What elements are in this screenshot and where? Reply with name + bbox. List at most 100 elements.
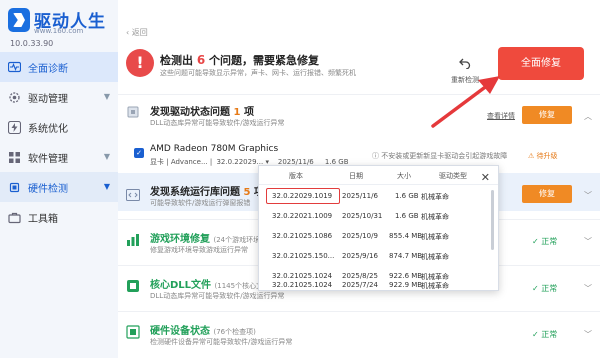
- driver-checkbox[interactable]: ✓: [134, 148, 144, 158]
- undo-icon: [459, 58, 471, 72]
- version-option[interactable]: 32.0.22021.1009 2025/10/31 1.6 GB 机械革命: [259, 206, 498, 226]
- chevron-down-icon[interactable]: ﹀: [584, 329, 592, 340]
- sidebar-item-system-optimization[interactable]: 系统优化: [0, 112, 118, 142]
- chevron-down-icon: ▼: [103, 182, 110, 191]
- view-detail-link[interactable]: 查看详情: [487, 111, 515, 121]
- sidebar-item-software-management[interactable]: 软件管理 ▼: [0, 142, 118, 172]
- driver-status-text: 待升级: [536, 152, 558, 160]
- option-type: 机械革命: [421, 213, 449, 221]
- option-size: 874.7 MB: [389, 252, 423, 260]
- chevron-down-icon[interactable]: ﹀: [584, 283, 592, 294]
- option-date: 2025/9/16: [342, 252, 378, 260]
- alert-subtitle: 这些问题可能导致显示异常，声卡、网卡、运行报错、频繁死机: [160, 69, 356, 77]
- option-date: 2025/8/25: [342, 272, 378, 280]
- repair-button[interactable]: 修复: [522, 106, 572, 124]
- status-ok: ✓ 正常: [532, 237, 558, 246]
- driver-note-text: 不安装或更新新显卡驱动会引起游戏故障: [381, 152, 508, 160]
- section-desc: 修复游戏环境导致游戏运行异常: [150, 246, 248, 254]
- code-icon: [126, 187, 140, 201]
- col-header-type: 驱动类型: [439, 172, 467, 180]
- section-count: 5: [243, 187, 251, 198]
- option-version: 32.0.21025.1086: [272, 232, 333, 240]
- version-option[interactable]: 32.0.21025.1024 2025/7/24 922.9 MB 机械革命: [259, 280, 498, 292]
- redetect-button[interactable]: 重新检测: [448, 54, 482, 85]
- option-date: 2025/11/6: [342, 192, 378, 200]
- col-header-date: 日期: [349, 172, 363, 180]
- chevron-down-icon[interactable]: ﹀: [584, 236, 592, 247]
- dll-icon: [126, 278, 140, 292]
- hardware-icon: [126, 324, 140, 339]
- option-date: 2025/7/24: [342, 281, 378, 289]
- app-version: 10.0.33.90: [10, 39, 54, 48]
- divider: [118, 94, 600, 95]
- status-text: 正常: [541, 284, 558, 293]
- chip-icon: [8, 181, 21, 194]
- popup-header: 版本 日期 大小 驱动类型 ✕: [259, 166, 498, 185]
- option-type: 机械革命: [421, 253, 449, 261]
- divider: [118, 311, 600, 312]
- gear-icon: [8, 91, 21, 104]
- popup-scrollbar[interactable]: [491, 190, 494, 250]
- back-label: 返回: [131, 28, 148, 37]
- lightning-icon: [8, 120, 21, 134]
- back-button[interactable]: ‹ 返回: [126, 27, 148, 38]
- sidebar-item-hardware-detection[interactable]: 硬件检测 ▼: [0, 172, 118, 202]
- section-title: 核心DLL文件 (1145个核心文件): [150, 276, 273, 291]
- alert-title: 检测出 6 个问题，需要紧急修复: [160, 52, 319, 68]
- sidebar-item-toolbox[interactable]: 工具箱: [0, 202, 118, 232]
- version-option[interactable]: 32.0.21025.150... 2025/9/16 874.7 MB 机械革…: [259, 246, 498, 266]
- sidebar-item-label: 系统优化: [28, 123, 68, 135]
- section-desc: DLL动态库异常可能导致软件/游戏运行异常: [150, 292, 285, 300]
- app-site: www.160.com: [34, 27, 84, 35]
- close-icon[interactable]: ✕: [481, 171, 490, 184]
- option-size: 1.6 GB: [395, 192, 419, 200]
- option-size: 855.4 MB: [389, 232, 423, 240]
- sidebar: 驱动人生 www.160.com 10.0.33.90 全面诊断 驱动管理 ▼ …: [0, 0, 118, 358]
- section-title-text: 游戏环境修复: [150, 234, 210, 245]
- chevron-up-icon[interactable]: ︿: [584, 111, 592, 122]
- version-popup: 版本 日期 大小 驱动类型 ✕ 32.0.22029.1019 2025/11/…: [258, 165, 499, 291]
- toolbox-icon: [8, 211, 21, 224]
- sidebar-item-label: 全面诊断: [28, 63, 68, 75]
- driver-name: AMD Radeon 780M Graphics: [150, 144, 279, 154]
- option-type: 机械革命: [421, 282, 449, 290]
- game-icon: [126, 232, 140, 246]
- option-type: 机械革命: [421, 233, 449, 241]
- status-text: 正常: [541, 237, 558, 246]
- driver-note: ⓘ 不安装或更新新显卡驱动会引起游戏故障: [372, 151, 507, 161]
- info-icon: ⓘ: [372, 152, 382, 160]
- option-version: 32.0.22029.1019: [272, 192, 333, 200]
- section-title-text: 发现系统运行库问题: [150, 187, 240, 198]
- chevron-down-icon: ▼: [103, 152, 110, 161]
- sidebar-item-driver-management[interactable]: 驱动管理 ▼: [0, 82, 118, 112]
- section-title: 发现驱动状态问题 1 项: [150, 103, 254, 118]
- sidebar-item-label: 软件管理: [28, 153, 68, 165]
- option-date: 2025/10/9: [342, 232, 378, 240]
- col-header-size: 大小: [397, 172, 411, 180]
- option-version: 32.0.21025.150...: [272, 252, 335, 260]
- col-header-version: 版本: [289, 172, 303, 180]
- section-count: 1: [233, 107, 241, 118]
- version-option[interactable]: 32.0.21025.1086 2025/10/9 855.4 MB 机械革命: [259, 226, 498, 246]
- chevron-down-icon: ▼: [103, 92, 110, 101]
- driver-status: ⚠ 待升级: [528, 151, 558, 161]
- section-desc: 可能导致软件/游戏运行弹窗报错: [150, 199, 251, 207]
- section-title: 硬件设备状态 (76个检查项): [150, 322, 256, 337]
- section-count: (76个检查项): [213, 328, 256, 336]
- status-text: 正常: [541, 330, 558, 339]
- driver-category: 显卡: [150, 158, 164, 166]
- option-version: 32.0.21025.1024: [272, 281, 333, 289]
- repair-button[interactable]: 修复: [522, 185, 572, 203]
- sidebar-item-full-diagnosis[interactable]: 全面诊断: [0, 52, 118, 82]
- alert-count: 6: [196, 53, 206, 67]
- option-size: 922.9 MB: [389, 281, 423, 289]
- chevron-down-icon[interactable]: ﹀: [584, 190, 592, 201]
- option-date: 2025/10/31: [342, 212, 383, 220]
- section-desc: DLL动态库异常可能导致软件/游戏运行异常: [150, 119, 285, 127]
- repair-all-button[interactable]: 全面修复: [498, 47, 584, 80]
- redetect-label: 重新检测: [451, 76, 479, 84]
- version-option[interactable]: 32.0.22029.1019 2025/11/6 1.6 GB 机械革命: [259, 186, 498, 206]
- pulse-icon: [8, 61, 21, 74]
- status-ok: ✓ 正常: [532, 330, 558, 339]
- option-type: 机械革命: [421, 193, 449, 201]
